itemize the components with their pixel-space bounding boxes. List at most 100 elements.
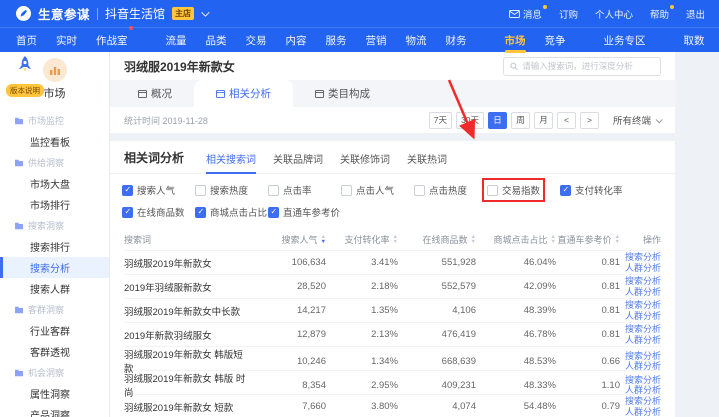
- personal-center-link[interactable]: 个人中心: [595, 7, 633, 21]
- search-icon: [510, 62, 518, 71]
- col-mall-click-ratio[interactable]: 商城点击占比▲▼: [476, 233, 556, 246]
- tab-overview[interactable]: 概况: [116, 80, 194, 107]
- sidebar-item-customer-perspective[interactable]: 客群透视: [0, 341, 109, 362]
- cell-conversion: 2.95%: [326, 380, 398, 391]
- filter-ppc-reference[interactable]: 直通车参考价: [268, 205, 340, 219]
- terminal-filter[interactable]: 所有终端: [613, 113, 661, 127]
- nav-service[interactable]: 服务: [326, 28, 347, 53]
- checkbox[interactable]: [268, 185, 279, 196]
- nav-business-zone[interactable]: 业务专区: [604, 28, 646, 53]
- checkbox[interactable]: [560, 185, 571, 196]
- sidebar-item-search-audience[interactable]: 搜索人群: [0, 278, 109, 299]
- filter-search-popularity[interactable]: 搜索人气: [122, 183, 175, 197]
- search-box[interactable]: [503, 57, 661, 76]
- audience-analysis-link[interactable]: 人群分析: [625, 263, 661, 274]
- sidebar-item-market-ranking[interactable]: 市场排行: [0, 194, 109, 215]
- checkbox[interactable]: [195, 207, 206, 218]
- filter-click-rate[interactable]: 点击率: [268, 183, 312, 197]
- sidebar-item-product-insight[interactable]: 产品洞察: [0, 404, 109, 417]
- tab-related-hot-words[interactable]: 关联热词: [407, 151, 447, 173]
- nav-home[interactable]: 首页: [16, 28, 37, 53]
- nav-category[interactable]: 品类: [206, 28, 227, 53]
- next-button[interactable]: >: [580, 112, 599, 129]
- version-note[interactable]: 版本说明: [2, 55, 48, 98]
- filter-mall-click-ratio[interactable]: 商城点击占比: [195, 205, 267, 219]
- search-analysis-link[interactable]: 搜索分析: [625, 252, 661, 263]
- cell-mall-ratio: 48.53%: [476, 356, 556, 367]
- nav-logistics[interactable]: 物流: [406, 28, 427, 53]
- tab-related-analysis[interactable]: 相关分析: [194, 80, 293, 107]
- range-week-button[interactable]: 周: [511, 112, 530, 129]
- prev-button[interactable]: <: [557, 112, 576, 129]
- nav-marketing[interactable]: 营销: [366, 28, 387, 53]
- checkbox[interactable]: [341, 185, 352, 196]
- page-title: 羽绒服2019年新款女: [124, 58, 235, 75]
- cell-ppc: 0.81: [556, 257, 620, 268]
- nav-market[interactable]: 市场: [505, 28, 526, 53]
- checkbox[interactable]: [414, 185, 425, 196]
- search-analysis-link[interactable]: 搜索分析: [625, 324, 661, 335]
- range-month-button[interactable]: 月: [534, 112, 553, 129]
- subscribe-link[interactable]: 订购: [559, 7, 578, 21]
- cell-volume: 106,634: [252, 257, 326, 268]
- range-30d-button[interactable]: 30天: [456, 112, 484, 129]
- nav-realtime[interactable]: 实时: [56, 28, 77, 53]
- tab-related-modifier-words[interactable]: 关联修饰词: [340, 151, 390, 173]
- sidebar-item-monitor-board[interactable]: 监控看板: [0, 131, 109, 152]
- filter-online-products[interactable]: 在线商品数: [122, 205, 185, 219]
- col-online-products[interactable]: 在线商品数▲▼: [398, 233, 476, 246]
- logout-link[interactable]: 退出: [686, 7, 705, 21]
- card-title: 相关词分析: [124, 149, 184, 173]
- nav-data-fetch[interactable]: 取数: [684, 28, 705, 53]
- checkbox[interactable]: [122, 207, 133, 218]
- window-icon: [138, 90, 147, 98]
- sidebar-item-industry-customers[interactable]: 行业客群: [0, 320, 109, 341]
- col-payment-conversion[interactable]: 支付转化率▲▼: [326, 233, 398, 246]
- nav-trade[interactable]: 交易: [246, 28, 267, 53]
- filter-payment-conversion[interactable]: 支付转化率: [560, 183, 623, 197]
- audience-analysis-link[interactable]: 人群分析: [625, 361, 661, 372]
- audience-analysis-link[interactable]: 人群分析: [625, 287, 661, 298]
- sidebar-item-search-ranking[interactable]: 搜索排行: [0, 236, 109, 257]
- search-analysis-link[interactable]: 搜索分析: [625, 375, 661, 386]
- audience-analysis-link[interactable]: 人群分析: [625, 335, 661, 346]
- range-day-button[interactable]: 日: [488, 112, 507, 129]
- audience-analysis-link[interactable]: 人群分析: [625, 385, 661, 396]
- chevron-down-icon[interactable]: [201, 8, 209, 16]
- range-7d-button[interactable]: 7天: [429, 112, 452, 129]
- help-link[interactable]: 帮助: [650, 7, 669, 21]
- filter-search-heat[interactable]: 搜索热度: [195, 183, 248, 197]
- date-range-buttons: 7天 30天 日 周 月 < >: [429, 112, 599, 129]
- filter-click-popularity[interactable]: 点击人气: [341, 183, 394, 197]
- cell-mall-ratio: 48.39%: [476, 305, 556, 316]
- search-analysis-link[interactable]: 搜索分析: [625, 300, 661, 311]
- audience-analysis-link[interactable]: 人群分析: [625, 311, 661, 322]
- audience-analysis-link[interactable]: 人群分析: [625, 407, 661, 417]
- nav-competition[interactable]: 竞争: [545, 28, 566, 53]
- tab-related-search-words[interactable]: 相关搜索词: [206, 151, 256, 173]
- search-analysis-link[interactable]: 搜索分析: [625, 351, 661, 362]
- nav-finance[interactable]: 财务: [446, 28, 467, 53]
- sidebar-item-attribute-insight[interactable]: 属性洞察: [0, 383, 109, 404]
- cell-conversion: 2.13%: [326, 329, 398, 340]
- col-search-word: 搜索词: [124, 233, 252, 246]
- checkbox[interactable]: [195, 185, 206, 196]
- col-ppc-reference[interactable]: 直通车参考价▲▼: [556, 233, 620, 246]
- search-analysis-link[interactable]: 搜索分析: [625, 276, 661, 287]
- messages-link[interactable]: 消息: [509, 7, 542, 21]
- sidebar-item-search-analysis[interactable]: 搜索分析: [0, 257, 109, 278]
- checkbox[interactable]: [487, 185, 498, 196]
- nav-war-room[interactable]: 作战室: [96, 28, 128, 53]
- nav-traffic[interactable]: 流量: [166, 28, 187, 53]
- tab-related-brand-words[interactable]: 关联品牌词: [273, 151, 323, 173]
- checkbox[interactable]: [122, 185, 133, 196]
- filter-click-heat[interactable]: 点击热度: [414, 183, 467, 197]
- search-analysis-link[interactable]: 搜索分析: [625, 396, 661, 407]
- filter-transaction-index[interactable]: 交易指数: [487, 183, 540, 197]
- col-search-popularity[interactable]: 搜索人气▲▼: [252, 233, 326, 246]
- search-input[interactable]: [522, 61, 654, 71]
- tab-category-composition[interactable]: 类目构成: [293, 80, 392, 107]
- sidebar-item-market-overview[interactable]: 市场大盘: [0, 173, 109, 194]
- checkbox[interactable]: [268, 207, 279, 218]
- nav-content[interactable]: 内容: [286, 28, 307, 53]
